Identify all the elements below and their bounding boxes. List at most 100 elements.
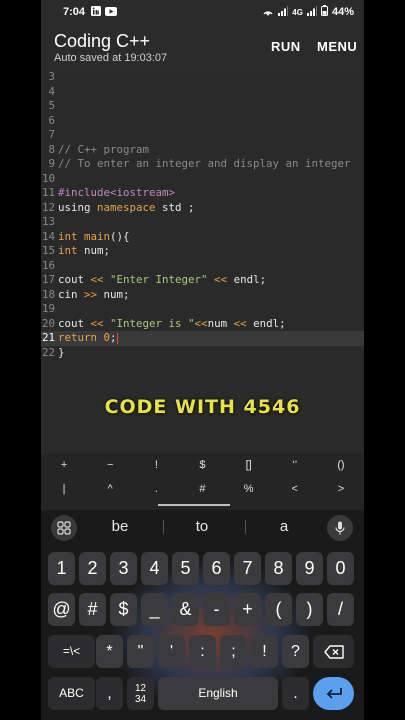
code-line: 7 [41,128,364,143]
key-paren-open[interactable]: ( [265,593,292,626]
code-token: endl; [246,316,286,330]
backspace-key[interactable] [313,635,354,668]
key-hash[interactable]: # [79,593,106,626]
symbol-key[interactable]: − [87,453,133,477]
key-6[interactable]: 6 [203,552,230,585]
symbol-key[interactable]: ‘’ [272,453,318,477]
code-line: 22} [41,346,364,361]
autosave-status: Auto saved at 19:03:07 [54,52,168,64]
menu-button[interactable]: MENU [317,39,357,54]
key-3[interactable]: 3 [110,552,137,585]
code-line: 12 using namespace std ; [41,201,364,216]
microphone-icon[interactable] [327,515,353,541]
suggestion-2[interactable]: to [173,510,231,544]
code-operator: >> [84,287,98,301]
code-token: cout [58,316,91,330]
line-number: 10 [41,171,55,185]
code-brace: } [58,345,65,359]
key-symbols-shift[interactable]: =\< [48,635,95,668]
symbol-key[interactable]: $ [179,453,225,477]
suggestion-3[interactable]: a [255,510,313,544]
key-2[interactable]: 2 [79,552,106,585]
key-0[interactable]: 0 [327,552,354,585]
key-paren-close[interactable]: ) [296,593,323,626]
key-comma[interactable]: , [96,677,123,710]
code-line: 14 int main(){ [41,230,364,245]
key-5[interactable]: 5 [172,552,199,585]
text-cursor [116,332,118,344]
symbol-key[interactable]: . [133,477,179,501]
code-include: #include<iostream> [58,186,176,199]
symbol-row-1: + − ! $ [] ‘’ () [41,453,364,477]
code-token: num; [77,244,111,257]
key-exclamation[interactable]: ! [251,635,278,668]
key-double-quote[interactable]: " [127,635,154,668]
key-4[interactable]: 4 [141,552,168,585]
code-line: 11 #include<iostream> [41,186,364,201]
code-string: "Enter Integer" [103,273,215,286]
code-line: 19 [41,302,364,317]
symbol-key[interactable]: % [226,477,272,501]
code-comment: // C++ program [58,142,150,156]
code-keyword: int [58,244,78,257]
drag-handle[interactable] [158,504,230,506]
line-number: 21 [41,331,55,344]
key-semicolon[interactable]: ; [220,635,247,668]
line-number: 17 [41,273,55,286]
symbol-key[interactable]: ^ [87,477,133,501]
battery-icon [320,5,328,19]
key-minus[interactable]: - [203,593,230,626]
key-abc[interactable]: ABC [48,677,95,710]
key-period[interactable]: . [282,677,309,710]
line-number: 5 [48,99,55,112]
code-operator: << [194,316,208,330]
symbol-key[interactable]: + [41,453,87,477]
code-editor[interactable]: 3 4 5 6 7 8// C++ program 9// To enter a… [41,70,364,453]
symbol-row-2: | ^ . # % < > [41,477,364,501]
app-toolbar: Coding C++ Auto saved at 19:03:07 RUN ME… [41,24,364,70]
code-token: (){ [110,229,130,243]
run-button[interactable]: RUN [271,39,301,54]
symbol-key[interactable]: > [318,477,364,501]
code-line: 20 cout << "Integer is "<<num << endl; [41,317,364,332]
symbol-key[interactable]: | [41,477,87,501]
key-question[interactable]: ? [282,635,309,668]
code-token: using [58,200,98,214]
code-operator: << [214,273,228,286]
youtube-icon [105,6,118,18]
line-number: 9 [48,157,55,170]
key-dollar[interactable]: $ [110,593,137,626]
key-9[interactable]: 9 [296,552,323,585]
key-single-quote[interactable]: ' [158,635,185,668]
code-token: cout [58,273,91,286]
symbol-key[interactable]: () [318,453,364,477]
symbol-key[interactable]: ! [133,453,179,477]
code-line: 9// To enter an integer and display an i… [41,157,364,172]
code-line: 5 [41,99,364,114]
key-underscore[interactable]: _ [141,593,168,626]
battery-percent: 44% [331,6,354,18]
line-number: 7 [48,128,55,141]
symbol-key[interactable]: # [179,477,225,501]
key-slash[interactable]: / [327,593,354,626]
space-bar[interactable]: English [158,677,278,710]
key-colon[interactable]: : [189,635,216,668]
code-number: 0 [97,331,111,344]
key-asterisk[interactable]: * [96,635,123,668]
apps-grid-icon[interactable] [51,515,77,541]
symbol-key[interactable]: [] [226,453,272,477]
key-7[interactable]: 7 [234,552,261,585]
symbol-key[interactable]: < [272,477,318,501]
code-keyword: namespace [97,200,156,214]
key-ampersand[interactable]: & [172,593,199,626]
status-bar: 7:04 4G 44% [41,0,364,24]
key-8[interactable]: 8 [265,552,292,585]
key-1[interactable]: 1 [48,552,75,585]
key-numpad[interactable]: 12 34 [127,677,154,710]
line-number: 6 [48,113,55,127]
enter-key[interactable] [313,677,354,710]
code-line: 4 [41,85,364,100]
key-at[interactable]: @ [48,593,75,626]
suggestion-1[interactable]: be [91,510,149,544]
key-plus[interactable]: + [234,593,261,626]
